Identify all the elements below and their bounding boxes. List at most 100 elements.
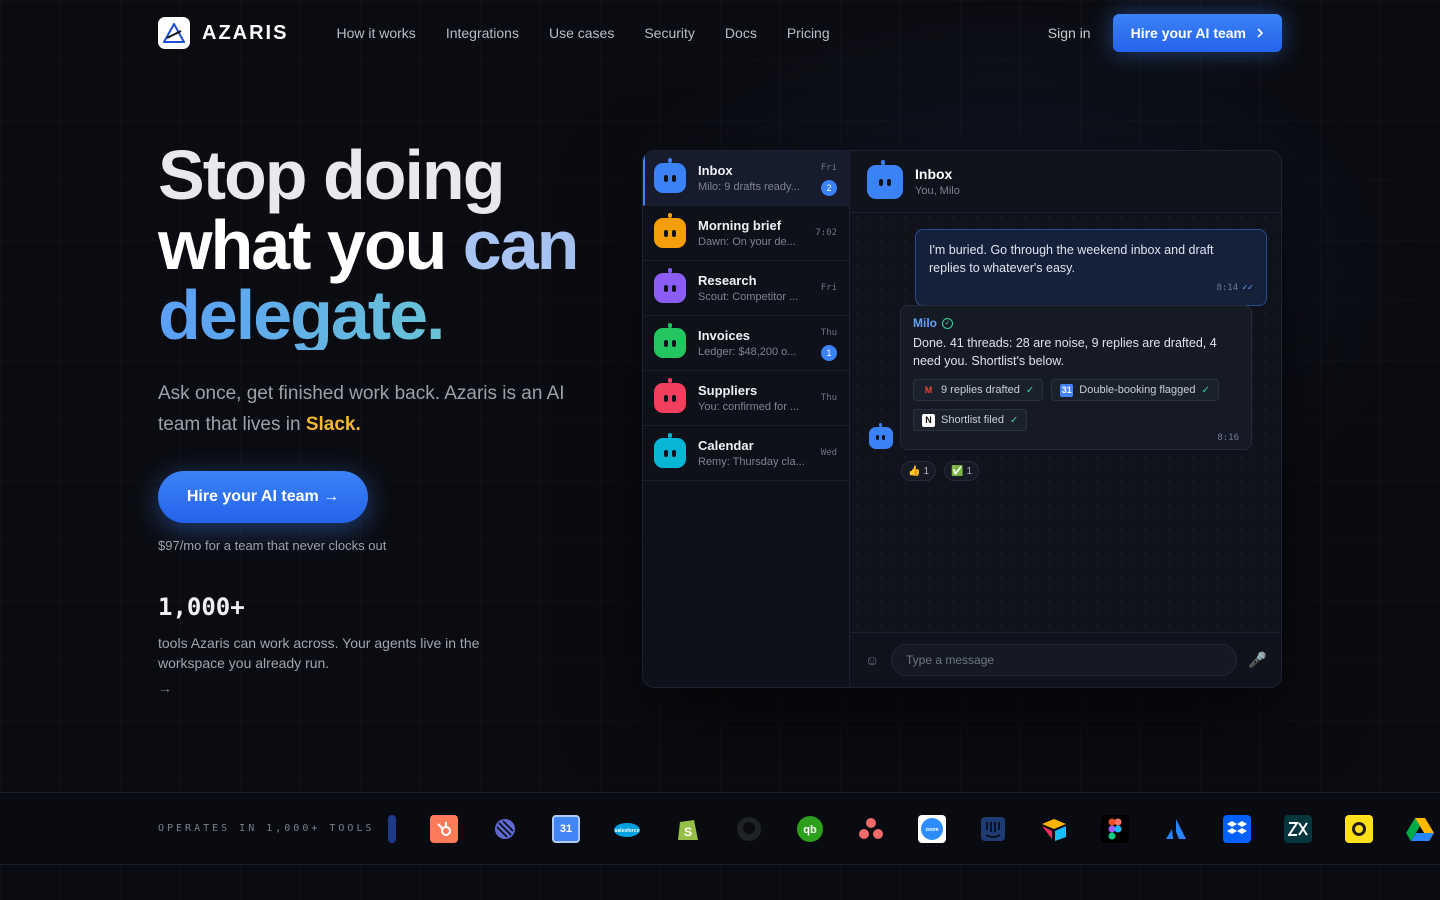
conversation-time: Wed bbox=[820, 448, 837, 458]
figma-icon bbox=[1101, 815, 1129, 843]
google-drive-icon bbox=[1406, 815, 1434, 843]
check-mark-icon: ✅ bbox=[951, 465, 964, 477]
result-chips: M 9 replies drafted ✓ 31 Double-booking … bbox=[913, 379, 1239, 431]
hero-subtitle-text: Ask once, get finished work back. Azaris… bbox=[158, 383, 565, 435]
nav-link-security[interactable]: Security bbox=[644, 25, 695, 41]
hero-line-3: delegate. bbox=[158, 280, 577, 350]
message-reactions: 👍 1 ✅ 1 bbox=[901, 461, 980, 481]
conversation-item[interactable]: Research Scout: Competitor ... Fri bbox=[643, 261, 849, 316]
conversation-title: Research bbox=[698, 273, 757, 288]
hire-team-nav-label: Hire your AI team bbox=[1130, 25, 1246, 41]
hire-team-hero-button[interactable]: Hire your AI team → bbox=[158, 471, 368, 523]
zendesk-icon bbox=[1284, 815, 1312, 843]
bot-avatar-icon bbox=[869, 423, 893, 449]
chat-title: Inbox bbox=[915, 166, 953, 182]
nav-link-docs[interactable]: Docs bbox=[725, 25, 757, 41]
result-chip[interactable]: N Shortlist filed ✓ bbox=[913, 409, 1028, 431]
pricing-note: $97/mo for a team that never clocks out bbox=[158, 538, 387, 553]
conversation-item[interactable]: Suppliers You: confirmed for ... Thu bbox=[643, 371, 849, 426]
arrow-right-icon[interactable]: → bbox=[158, 680, 172, 696]
result-chip[interactable]: 31 Double-booking flagged ✓ bbox=[1051, 379, 1219, 401]
atlassian-icon bbox=[1162, 815, 1190, 843]
conversation-preview: You: confirmed for ... bbox=[698, 401, 800, 413]
tools-strip-label: OPERATES IN 1,000+ TOOLS bbox=[158, 823, 375, 834]
unread-badge: 1 bbox=[821, 345, 837, 361]
salesforce-icon: salesforce bbox=[613, 815, 641, 843]
chat-participants: You, Milo bbox=[915, 185, 960, 197]
slack-highlight: Slack. bbox=[305, 414, 361, 435]
svg-text:salesforce: salesforce bbox=[615, 828, 640, 834]
reaction-check[interactable]: ✅ 1 bbox=[944, 461, 980, 481]
svg-text:S: S bbox=[684, 825, 692, 839]
conversation-title: Suppliers bbox=[698, 383, 758, 398]
result-chip[interactable]: M 9 replies drafted ✓ bbox=[913, 379, 1044, 401]
message-input[interactable]: Type a message bbox=[891, 644, 1237, 676]
conversation-time: 7:02 bbox=[815, 228, 837, 238]
outgoing-message-text: I'm buried. Go through the weekend inbox… bbox=[929, 243, 1214, 275]
conversation-time: Fri bbox=[820, 163, 837, 173]
chip-label: 9 replies drafted bbox=[941, 384, 1020, 396]
notion-icon: N bbox=[922, 413, 935, 427]
chat-header: Inbox You, Milo bbox=[851, 151, 1281, 213]
azaris-logo-icon bbox=[158, 17, 190, 49]
hero-headline: Stop doing what you can delegate. bbox=[158, 136, 579, 350]
conversation-title: Calendar bbox=[698, 438, 754, 453]
chat-thread: Inbox You, Milo I'm buried. Go through t… bbox=[851, 151, 1281, 687]
hire-team-hero-label: Hire your AI team → bbox=[186, 488, 340, 505]
nav-link-use-cases[interactable]: Use cases bbox=[549, 25, 614, 41]
airtable-icon bbox=[1040, 815, 1068, 843]
linear-icon bbox=[491, 815, 519, 843]
hubspot-icon bbox=[430, 815, 458, 843]
conversation-preview: Milo: 9 drafts ready... bbox=[698, 181, 800, 193]
reaction-thumbs-up[interactable]: 👍 1 bbox=[901, 461, 937, 481]
bot-avatar-icon bbox=[654, 433, 686, 468]
gmail-icon: M bbox=[924, 385, 933, 395]
check-icon: ✓ bbox=[1201, 384, 1210, 396]
brand-logo[interactable]: AZARIS bbox=[158, 17, 288, 49]
emoji-icon[interactable]: ☺ bbox=[865, 652, 891, 668]
conversation-preview: Dawn: On your de... bbox=[698, 236, 796, 248]
conversation-preview: Scout: Competitor ... bbox=[698, 291, 799, 303]
nav-link-how-it-works[interactable]: How it works bbox=[336, 25, 415, 41]
sign-in-link[interactable]: Sign in bbox=[1048, 25, 1091, 41]
conversation-item[interactable]: Morning brief Dawn: On your de... 7:02 bbox=[643, 206, 849, 261]
dropbox-icon bbox=[1223, 815, 1251, 843]
conversation-item[interactable]: Calendar Remy: Thursday cla... Wed bbox=[643, 426, 849, 481]
conversation-title: Invoices bbox=[698, 328, 751, 343]
intercom-icon bbox=[979, 815, 1007, 843]
hero-line-2: what you can bbox=[158, 210, 579, 280]
message-time: 8:14 bbox=[1216, 283, 1239, 293]
unread-badge: 2 bbox=[821, 180, 837, 196]
conversation-time: Fri bbox=[820, 283, 837, 293]
mailchimp-icon bbox=[1345, 815, 1373, 843]
svg-text:zoom: zoom bbox=[925, 827, 939, 833]
hero-line-1: Stop doing bbox=[158, 136, 505, 214]
hire-team-nav-button[interactable]: Hire your AI team bbox=[1112, 14, 1282, 52]
google-calendar-icon: 31 bbox=[1060, 383, 1074, 397]
microphone-icon[interactable]: 🎤 bbox=[1237, 651, 1267, 669]
reaction-count: 1 bbox=[923, 465, 930, 477]
conversation-list: Inbox Milo: 9 drafts ready... Fri 2 Morni… bbox=[643, 151, 850, 687]
check-icon: ✓ bbox=[1025, 384, 1035, 396]
bot-avatar-icon bbox=[654, 268, 686, 303]
hero-line-2a: what you bbox=[158, 206, 463, 284]
nav-link-pricing[interactable]: Pricing bbox=[787, 25, 830, 41]
bot-avatar-icon bbox=[654, 378, 686, 413]
quickbooks-icon: qb bbox=[796, 815, 824, 843]
bot-avatar-icon bbox=[867, 159, 903, 199]
top-nav: AZARIS How it works Integrations Use cas… bbox=[158, 14, 1282, 52]
sender-avatar bbox=[869, 423, 893, 449]
message-time: 8:16 bbox=[1217, 433, 1239, 443]
bot-avatar-icon bbox=[654, 213, 686, 248]
reaction-count: 1 bbox=[966, 465, 973, 477]
nav-links: How it works Integrations Use cases Secu… bbox=[336, 25, 829, 41]
conversation-item[interactable]: Inbox Milo: 9 drafts ready... Fri 2 bbox=[643, 151, 849, 206]
nav-link-integrations[interactable]: Integrations bbox=[446, 25, 519, 41]
conversation-preview: Remy: Thursday cla... bbox=[698, 456, 805, 468]
hero-subtitle: Ask once, get finished work back. Azaris… bbox=[158, 378, 588, 440]
incoming-message: Milo ✓ Done. 41 threads: 28 are noise, 9 … bbox=[900, 305, 1252, 450]
nav-actions: Sign in Hire your AI team bbox=[1048, 14, 1282, 52]
conversation-item[interactable]: Invoices Ledger: $48,200 o... Thu 1 bbox=[643, 316, 849, 371]
conversation-preview: Ledger: $48,200 o... bbox=[698, 346, 797, 358]
conversation-time: Thu bbox=[820, 328, 837, 338]
